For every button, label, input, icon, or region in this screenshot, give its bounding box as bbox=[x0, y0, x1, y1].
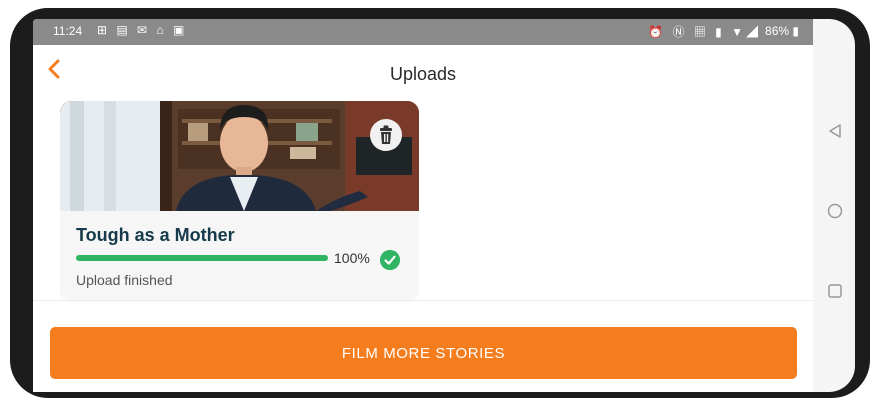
film-more-stories-button[interactable]: FILM MORE STORIES bbox=[50, 327, 797, 379]
progress-percent: 100% bbox=[334, 250, 370, 266]
status-bar: 11:24 ⊞ ▤ ✉ ⌂ ▣ ⏰ Ⓝ ▦ ▮ ▼◢ 86% ▮ bbox=[33, 19, 813, 45]
check-circle-icon bbox=[380, 250, 400, 270]
page-title: Uploads bbox=[389, 64, 457, 84]
status-time: 11:24 bbox=[53, 24, 83, 38]
home-circle-icon[interactable] bbox=[827, 203, 843, 219]
divider bbox=[33, 300, 813, 301]
app-screen: 11:24 ⊞ ▤ ✉ ⌂ ▣ ⏰ Ⓝ ▦ ▮ ▼◢ 86% ▮ Uploads bbox=[33, 19, 813, 392]
thumbnail-image bbox=[60, 101, 419, 211]
upload-progress-bar bbox=[76, 255, 328, 261]
system-icons: ⏰ Ⓝ ▦ ▮ ▼◢ bbox=[648, 25, 761, 39]
battery-percent: 86% bbox=[765, 24, 790, 38]
android-nav-bar bbox=[813, 19, 855, 392]
notification-icons: ⊞ ▤ ✉ ⌂ ▣ bbox=[97, 23, 188, 37]
trash-icon bbox=[380, 125, 392, 144]
battery-level: 86% ▮ bbox=[765, 24, 799, 38]
back-triangle-icon[interactable] bbox=[827, 123, 843, 139]
recents-square-icon[interactable] bbox=[827, 283, 843, 299]
upload-progress-fill bbox=[76, 255, 328, 261]
delete-button[interactable] bbox=[370, 119, 402, 151]
upload-status: Upload finished bbox=[76, 272, 173, 288]
upload-card[interactable]: Tough as a Mother 100% Upload finished bbox=[60, 101, 419, 302]
video-thumbnail[interactable] bbox=[60, 101, 419, 211]
story-title: Tough as a Mother bbox=[76, 225, 235, 245]
